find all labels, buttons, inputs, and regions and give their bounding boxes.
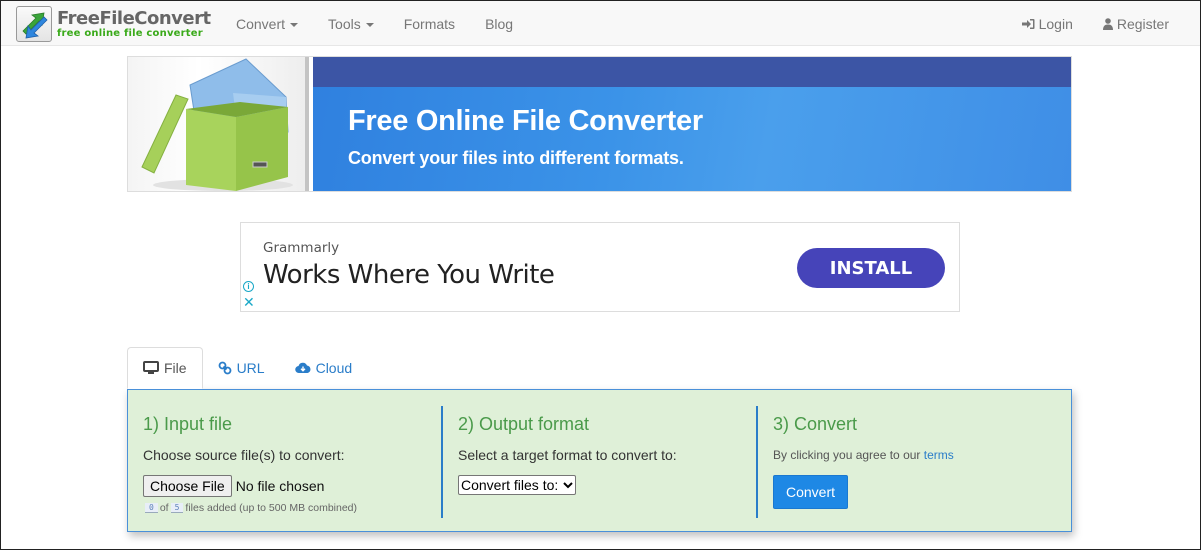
hero-banner: Free Online File Converter Convert your … (127, 56, 1072, 192)
ad-headline: Works Where You Write (263, 260, 555, 290)
nav-tools-label: Tools (328, 15, 361, 32)
nav-blog-link[interactable]: Blog (470, 1, 528, 46)
login-label: Login (1038, 15, 1073, 32)
convert-section: 3) Convert By clicking you agree to our … (756, 406, 1056, 518)
desktop-icon (143, 361, 159, 375)
hero-title: Free Online File Converter (348, 105, 703, 137)
hero-subtitle: Convert your files into different format… (348, 148, 684, 168)
convert-arrows-logo-icon (16, 6, 52, 42)
tab-cloud-label: Cloud (315, 360, 353, 376)
tab-file-label: File (164, 360, 187, 376)
output-format-section: 2) Output format Select a target format … (441, 406, 756, 518)
sign-in-icon (1021, 18, 1035, 30)
hero-top-strip (313, 57, 1071, 87)
main-nav: Convert Tools Formats Blog (221, 1, 528, 46)
convert-heading: 3) Convert (773, 414, 858, 434)
output-format-select[interactable]: Convert files to: (458, 475, 577, 495)
login-link[interactable]: Login (1007, 1, 1088, 46)
nav-formats-label: Formats (403, 15, 456, 32)
cloud-download-icon (294, 362, 311, 374)
tab-cloud[interactable]: Cloud (280, 347, 368, 389)
output-format-description: Select a target format to convert to: (458, 447, 677, 463)
nav-tools-dropdown[interactable]: Tools (313, 1, 389, 46)
ad-advertiser: Grammarly (263, 240, 340, 256)
hero-blue-panel: Free Online File Converter Convert your … (313, 57, 1071, 191)
of-label: of (159, 502, 169, 514)
ad-info-icon[interactable]: i (243, 281, 254, 292)
tab-url[interactable]: URL (203, 347, 280, 389)
conversion-panel: 1) Input file Choose source file(s) to c… (127, 389, 1072, 532)
user-icon (1102, 17, 1113, 30)
tab-file[interactable]: File (127, 347, 203, 389)
navbar: FreeFileConvert free online file convert… (1, 1, 1200, 46)
files-added-count: 0 (145, 503, 158, 513)
ad-install-button[interactable]: INSTALL (797, 248, 945, 288)
files-limit-note: files added (up to 500 MB combined) (185, 502, 358, 514)
source-tabs: File URL Cloud (127, 347, 367, 389)
link-icon (218, 361, 232, 375)
file-input[interactable]: Choose File No file chosen (143, 475, 440, 497)
terms-prefix: By clicking you agree to our (773, 448, 921, 462)
output-format-heading: 2) Output format (458, 414, 590, 434)
nav-convert-label: Convert (236, 15, 286, 32)
advertisement[interactable]: Grammarly Works Where You Write INSTALL … (240, 222, 960, 312)
terms-notice: By clicking you agree to our terms (773, 448, 1056, 462)
caret-down-icon (290, 22, 299, 27)
nav-formats-link[interactable]: Formats (389, 1, 470, 46)
input-file-heading: 1) Input file (143, 414, 233, 434)
terms-link[interactable]: terms (924, 448, 954, 462)
files-count-note: 0 of 5 files added (up to 500 MB combine… (143, 502, 440, 514)
brand-logo-link[interactable]: FreeFileConvert free online file convert… (16, 6, 211, 42)
ad-close-icon[interactable]: ✕ (243, 295, 255, 309)
nav-convert-dropdown[interactable]: Convert (221, 1, 313, 46)
brand-name: FreeFileConvert (57, 7, 211, 29)
register-label: Register (1116, 15, 1169, 32)
account-nav: Login Register (1007, 1, 1184, 46)
brand-tagline: free online file converter (57, 27, 203, 39)
input-file-section: 1) Input file Choose source file(s) to c… (143, 406, 440, 518)
file-status: No file chosen (235, 478, 325, 494)
caret-down-icon (365, 22, 374, 27)
files-max-count: 5 (170, 503, 184, 513)
input-file-description: Choose source file(s) to convert: (143, 447, 345, 463)
register-link[interactable]: Register (1088, 1, 1184, 46)
chevron-down-icon (563, 481, 573, 489)
convert-button[interactable]: Convert (773, 475, 848, 509)
tab-url-label: URL (236, 360, 265, 376)
choose-file-button[interactable]: Choose File (143, 475, 232, 497)
file-box-image (128, 57, 309, 191)
nav-blog-label: Blog (485, 15, 514, 32)
output-format-selected: Convert files to: (461, 477, 559, 493)
